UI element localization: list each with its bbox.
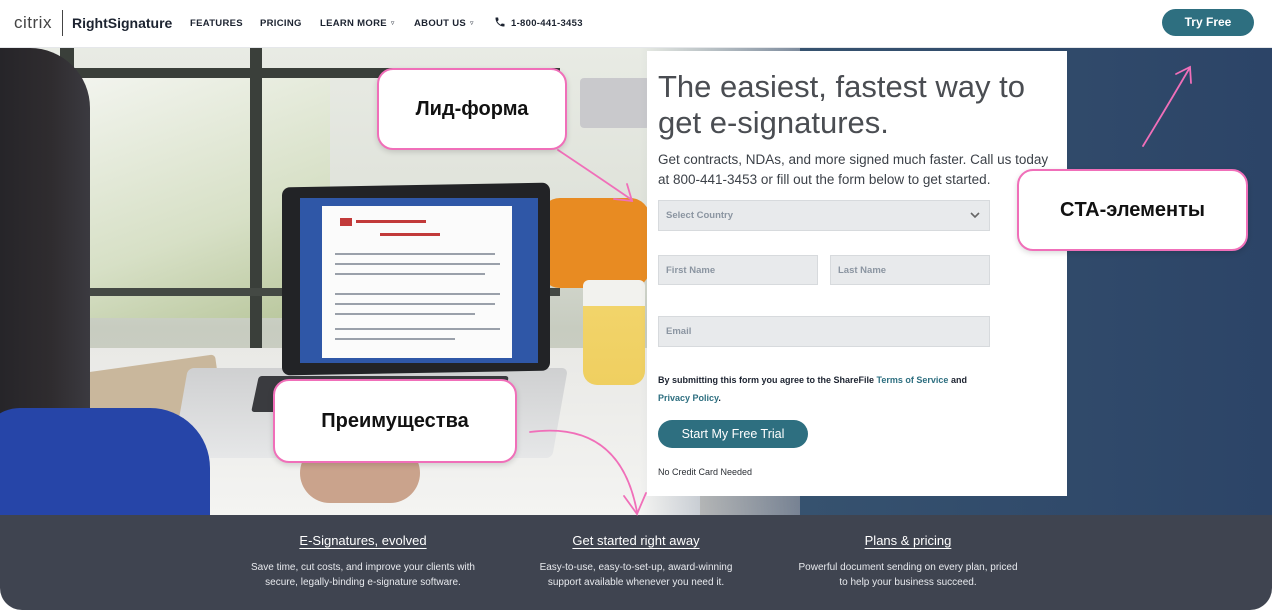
no-credit-card-note: No Credit Card Needed <box>658 467 753 477</box>
coffee-cup <box>583 280 645 385</box>
top-nav: citrix RightSignature FEATURES PRICING L… <box>0 0 1272 48</box>
feature-desc-line: Save time, cut costs, and improve your c… <box>251 562 475 573</box>
caret-down-icon: ▿ <box>470 20 474 27</box>
features-strip: E-Signatures, evolved Save time, cut cos… <box>0 515 1272 610</box>
feature-desc-line: Easy-to-use, easy-to-set-up, award-winni… <box>539 562 733 573</box>
page-frame: citrix RightSignature FEATURES PRICING L… <box>0 0 1272 610</box>
rightsignature-logo[interactable]: RightSignature <box>72 15 172 31</box>
terms-suffix: . <box>718 393 721 403</box>
document-text-line <box>335 313 475 315</box>
terms-notice: By submitting this form you agree to the… <box>658 371 998 407</box>
email-placeholder: Email <box>666 326 692 337</box>
last-name-field[interactable]: Last Name <box>830 255 990 285</box>
chevron-down-icon <box>970 212 980 219</box>
signup-form-panel: The easiest, fastest way to get e-signat… <box>647 51 1067 496</box>
callout-benefits: Преимущества <box>273 379 517 463</box>
document-text-line <box>335 338 455 340</box>
nav-features[interactable]: FEATURES <box>190 18 243 29</box>
feature-desc-line: to help your business succeed. <box>839 577 977 588</box>
document-text-line <box>335 303 495 305</box>
document-text-line <box>335 273 485 275</box>
document-text-line <box>335 293 500 295</box>
citrix-logo[interactable]: citrix <box>14 13 52 33</box>
feature-desc-line: support available whenever you need it. <box>547 577 725 588</box>
caret-down-icon: ▿ <box>390 20 395 27</box>
last-name-placeholder: Last Name <box>838 264 887 276</box>
document-heading-line <box>380 233 440 236</box>
feature-desc-line: Powerful document sending on every plan,… <box>798 562 1018 573</box>
terms-and: and <box>950 375 967 385</box>
email-field[interactable]: Email <box>658 316 990 347</box>
first-name-placeholder: First Name <box>666 264 716 276</box>
first-name-field[interactable]: First Name <box>658 255 818 285</box>
feature-get-started: Get started right away Easy-to-use, easy… <box>501 533 771 590</box>
feature-esignatures: E-Signatures, evolved Save time, cut cos… <box>228 533 498 590</box>
country-select[interactable]: Select Country <box>658 200 990 231</box>
document-text-line <box>335 328 500 330</box>
window-frame <box>250 48 262 348</box>
orange-cushion <box>540 198 650 288</box>
country-select-value: Select Country <box>666 210 734 221</box>
person-shirt <box>0 408 210 515</box>
document-text-line <box>335 253 495 255</box>
feature-title-link[interactable]: E-Signatures, evolved <box>228 533 498 548</box>
terms-of-service-link[interactable]: Terms of Service <box>877 375 949 385</box>
callout-lead-form: Лид-форма <box>377 68 567 150</box>
logo-divider <box>62 10 63 36</box>
document-heading-line <box>356 220 426 223</box>
nav-learn-more[interactable]: LEARN MORE ▿ <box>320 18 395 29</box>
start-free-trial-button[interactable]: Start My Free Trial <box>658 420 808 448</box>
try-free-button[interactable]: Try Free <box>1162 9 1254 36</box>
hero-headline: The easiest, fastest way to get e-signat… <box>658 69 1026 140</box>
nav-phone[interactable]: 1-800-441-3453 <box>511 18 583 29</box>
terms-prefix: By submitting this form you agree to the… <box>658 375 875 385</box>
hero-subtext: Get contracts, NDAs, and more signed muc… <box>658 152 1049 187</box>
document-text-line <box>335 263 500 265</box>
nav-about-us[interactable]: ABOUT US ▿ <box>414 18 474 29</box>
feature-plans-pricing: Plans & pricing Powerful document sendin… <box>773 533 1043 590</box>
nav-learn-more-label: LEARN MORE <box>320 18 387 29</box>
phone-icon <box>495 17 505 27</box>
document-logo <box>340 218 352 226</box>
nav-about-us-label: ABOUT US <box>414 18 467 29</box>
feature-title-link[interactable]: Get started right away <box>501 533 771 548</box>
hero-section: The easiest, fastest way to get e-signat… <box>0 48 1272 515</box>
privacy-policy-link[interactable]: Privacy Policy <box>658 393 718 403</box>
feature-desc-line: secure, legally-binding e-signature soft… <box>265 577 461 588</box>
document-page <box>322 206 512 358</box>
feature-title-link[interactable]: Plans & pricing <box>773 533 1043 548</box>
callout-cta-elements: CTA-элементы <box>1017 169 1248 251</box>
nav-pricing[interactable]: PRICING <box>260 18 302 29</box>
